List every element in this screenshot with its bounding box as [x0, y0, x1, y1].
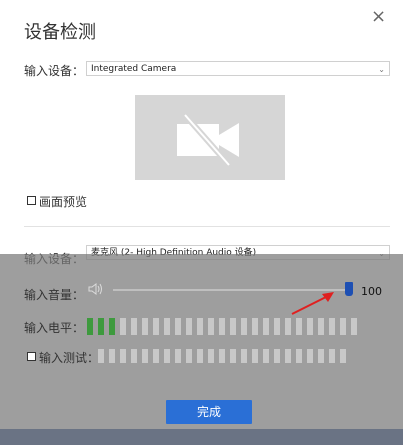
- level-segment: [186, 318, 192, 335]
- test-segment: [296, 349, 302, 363]
- test-segment: [197, 349, 203, 363]
- test-segment: [285, 349, 291, 363]
- level-segment: [318, 318, 324, 335]
- section-divider: [24, 226, 390, 227]
- volume-slider-thumb[interactable]: [345, 282, 353, 296]
- camera-device-value: Integrated Camera: [91, 64, 177, 74]
- camera-device-select[interactable]: Integrated Camera ⌄: [86, 61, 390, 76]
- test-segment: [131, 349, 137, 363]
- level-segment: [329, 318, 335, 335]
- device-check-dialog: 设备检测 × 输入设备： Integrated Camera ⌄ 画面预览 输入…: [0, 0, 403, 445]
- test-segment: [153, 349, 159, 363]
- test-checkbox[interactable]: [27, 352, 36, 361]
- done-button[interactable]: 完成: [166, 400, 252, 424]
- level-segment: [285, 318, 291, 335]
- camera-off-icon: [177, 113, 239, 167]
- test-segment: [219, 349, 225, 363]
- test-segment: [98, 349, 104, 363]
- test-segment: [241, 349, 247, 363]
- level-segment: [164, 318, 170, 335]
- level-segment: [351, 318, 357, 335]
- camera-device-label: 输入设备：: [24, 64, 85, 78]
- test-segment: [120, 349, 126, 363]
- test-segment: [142, 349, 148, 363]
- close-icon[interactable]: ×: [371, 8, 386, 26]
- test-segment: [274, 349, 280, 363]
- level-segment: [230, 318, 236, 335]
- level-segment: [241, 318, 247, 335]
- test-segment: [340, 349, 346, 363]
- level-segment: [131, 318, 137, 335]
- level-segment: [197, 318, 203, 335]
- test-label: 输入测试：: [39, 351, 100, 365]
- level-segment: [208, 318, 214, 335]
- preview-label: 画面预览: [39, 195, 88, 209]
- level-segment: [340, 318, 346, 335]
- test-segment: [252, 349, 258, 363]
- test-segment: [175, 349, 181, 363]
- level-segment: [274, 318, 280, 335]
- test-segment: [263, 349, 269, 363]
- dialog-title: 设备检测: [24, 22, 96, 43]
- level-segment: [98, 318, 104, 335]
- test-segment: [318, 349, 324, 363]
- test-segment: [208, 349, 214, 363]
- level-segment: [307, 318, 313, 335]
- level-segment: [252, 318, 258, 335]
- test-segment: [307, 349, 313, 363]
- level-segment: [263, 318, 269, 335]
- level-segment: [120, 318, 126, 335]
- taskbar-strip: [0, 429, 403, 445]
- level-segment: [142, 318, 148, 335]
- volume-value: 100: [361, 285, 382, 298]
- level-segment: [175, 318, 181, 335]
- annotation-arrow: [291, 292, 334, 315]
- level-segment: [219, 318, 225, 335]
- test-segment: [186, 349, 192, 363]
- volume-label: 输入音量：: [24, 288, 85, 302]
- level-segment: [296, 318, 302, 335]
- preview-checkbox[interactable]: [27, 196, 36, 205]
- test-meter: [98, 349, 346, 363]
- chevron-down-icon: ⌄: [378, 65, 385, 74]
- level-segment: [109, 318, 115, 335]
- test-segment: [109, 349, 115, 363]
- speaker-icon: [88, 283, 102, 295]
- test-segment: [329, 349, 335, 363]
- level-label: 输入电平：: [24, 321, 85, 335]
- test-segment: [230, 349, 236, 363]
- test-segment: [164, 349, 170, 363]
- level-segment: [87, 318, 93, 335]
- camera-preview-area: [135, 95, 285, 180]
- level-meter: [87, 318, 357, 335]
- level-segment: [153, 318, 159, 335]
